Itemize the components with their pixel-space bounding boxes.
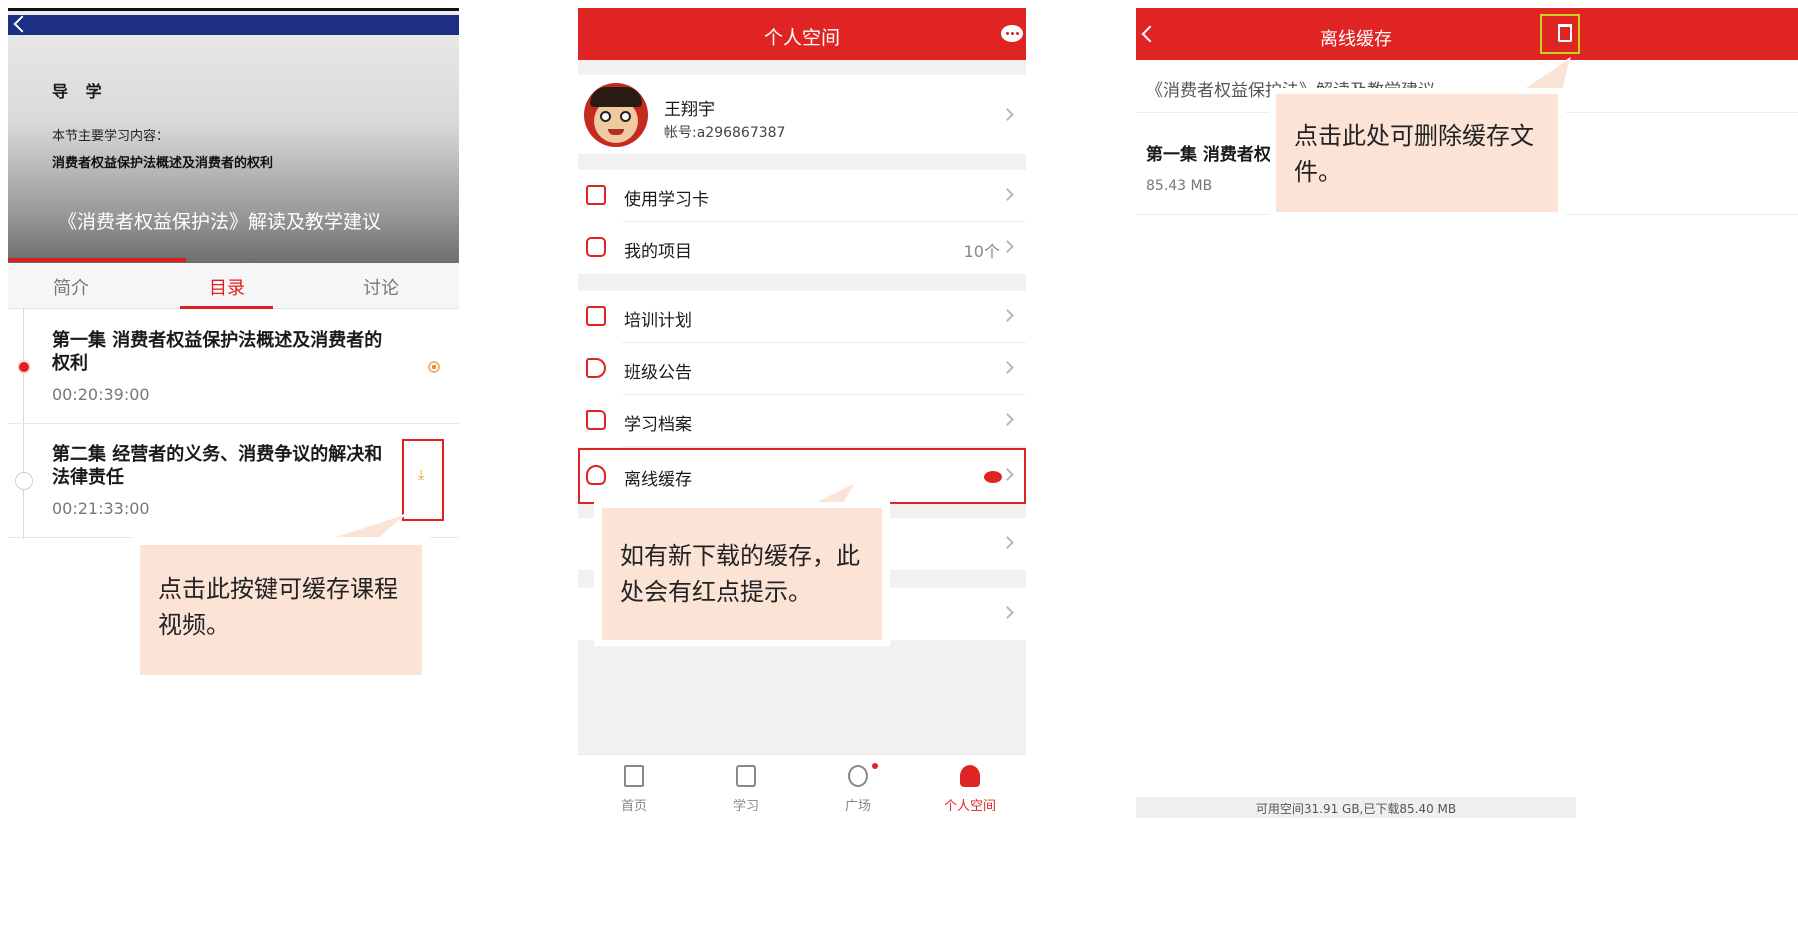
chevron-right-icon [1001, 361, 1014, 374]
course-cover-banner: 导 学 本节主要学习内容： 消费者权益保护法概述及消费者的权利 《消费者权益保护… [8, 8, 459, 263]
tab-discussion[interactable]: 讨论 [363, 274, 399, 300]
course-title: 《消费者权益保护法》解读及教学建议 [58, 211, 382, 233]
user-account: 帐号:a296867387 [664, 125, 786, 141]
episode-title: 第二集 经营者的义务、消费争议的解决和法律责任 [52, 444, 383, 488]
personal-space-screen: 个人空间 王翔宇 帐号:a296867387 使用学习卡 我的项目 10个 培训… [578, 8, 1026, 816]
folder-icon [586, 410, 606, 430]
cache-video-tip: 点击此按键可缓存课程视频。 [140, 545, 422, 675]
content-label: 本节主要学习内容： [52, 129, 170, 144]
nav-label: 首页 [620, 799, 647, 814]
chevron-right-icon [1001, 240, 1014, 253]
menu-item-my-projects[interactable]: 我的项目 10个 [578, 222, 1026, 274]
video-progress-bar[interactable] [8, 258, 186, 262]
chevron-right-icon [1001, 108, 1014, 121]
project-list-icon [586, 237, 606, 257]
callout-frame: 如有新下载的缓存，此处会有红点提示。 [594, 502, 890, 646]
nav-label: 学习 [732, 799, 759, 814]
home-icon [624, 765, 644, 787]
episode-dot [15, 472, 33, 490]
page-title: 离线缓存 [1320, 29, 1392, 50]
active-tab-indicator [180, 306, 273, 309]
menu-label: 培训计划 [624, 311, 692, 331]
chevron-right-icon [1001, 309, 1014, 322]
menu-label: 我的项目 [624, 242, 692, 262]
callout-frame: 点击此按键可缓存课程视频。 [132, 537, 430, 683]
menu-label: 班级公告 [624, 363, 692, 383]
tab-catalog[interactable]: 目录 [209, 274, 245, 300]
nav-home[interactable]: 首页 [578, 755, 690, 817]
new-cache-tip: 如有新下载的缓存，此处会有红点提示。 [602, 508, 882, 640]
episode-duration: 00:21:33:00 [52, 499, 150, 518]
project-count: 10个 [963, 242, 1000, 261]
current-episode-dot [17, 360, 31, 374]
menu-item-study-card[interactable]: 使用学习卡 [578, 170, 1026, 222]
user-name: 王翔宇 [664, 100, 715, 120]
nav-label: 广场 [844, 799, 871, 814]
guide-title: 导 学 [52, 82, 108, 101]
episode-title: 第一集 消费者权益保护法概述及消费者的权利 [52, 330, 383, 374]
header-bar: 个人空间 [578, 8, 1026, 60]
nav-label: 个人空间 [943, 799, 996, 814]
avatar [584, 83, 648, 147]
megaphone-icon [586, 358, 606, 378]
status-bar [8, 8, 459, 11]
storage-footer: 可用空间31.91 GB,已下载85.40 MB [1136, 797, 1576, 818]
delete-cache-tip: 点击此处可删除缓存文件。 [1276, 94, 1558, 212]
page-title: 个人空间 [763, 27, 840, 49]
user-icon [960, 765, 980, 787]
chevron-right-icon [1001, 188, 1014, 201]
cached-file-size: 85.43 MB [1146, 178, 1213, 194]
storage-status: 可用空间31.91 GB,已下载85.40 MB [1255, 802, 1457, 816]
playing-status-icon [428, 361, 440, 373]
bottom-navigation: 首页 学习 广场 个人空间 [578, 754, 1026, 816]
menu-item-study-archive[interactable]: 学习档案 [578, 395, 1026, 447]
callout-frame: 点击此处可删除缓存文件。 [1270, 88, 1566, 218]
delete-button[interactable] [1540, 14, 1580, 54]
download-icon: ⤓ [418, 467, 425, 483]
book-icon [736, 765, 756, 787]
episode-item[interactable]: 第一集 消费者权益保护法概述及消费者的权利 00:20:39:00 [8, 310, 459, 424]
profile-card[interactable]: 王翔宇 帐号:a296867387 [578, 75, 1026, 154]
menu-item-training-plan[interactable]: 培训计划 [578, 291, 1026, 343]
chat-bubble-icon[interactable] [1001, 25, 1023, 42]
video-top-bar [8, 15, 459, 35]
chevron-right-icon [1001, 413, 1014, 426]
chevron-right-icon [1001, 606, 1014, 619]
nav-personal-space[interactable]: 个人空间 [914, 755, 1026, 817]
nav-square[interactable]: 广场 [802, 755, 914, 817]
nav-badge [872, 763, 878, 769]
content-topic: 消费者权益保护法概述及消费者的权利 [52, 156, 274, 171]
new-cache-badge [984, 471, 1002, 483]
chevron-right-icon [1001, 536, 1014, 549]
header-bar: 离线缓存 [1136, 8, 1798, 60]
target-icon [848, 765, 868, 787]
episode-duration: 00:20:39:00 [52, 385, 150, 404]
menu-label: 学习档案 [624, 415, 692, 435]
study-card-icon [586, 185, 606, 205]
course-tabs: 简介 目录 讨论 [8, 263, 459, 309]
tab-intro[interactable]: 简介 [53, 274, 89, 300]
download-button[interactable]: ⤓ [402, 439, 444, 521]
nav-study[interactable]: 学习 [690, 755, 802, 817]
trash-icon [1558, 24, 1572, 42]
menu-item-class-notice[interactable]: 班级公告 [578, 343, 1026, 395]
menu-label: 使用学习卡 [624, 190, 709, 210]
calendar-icon [586, 306, 606, 326]
